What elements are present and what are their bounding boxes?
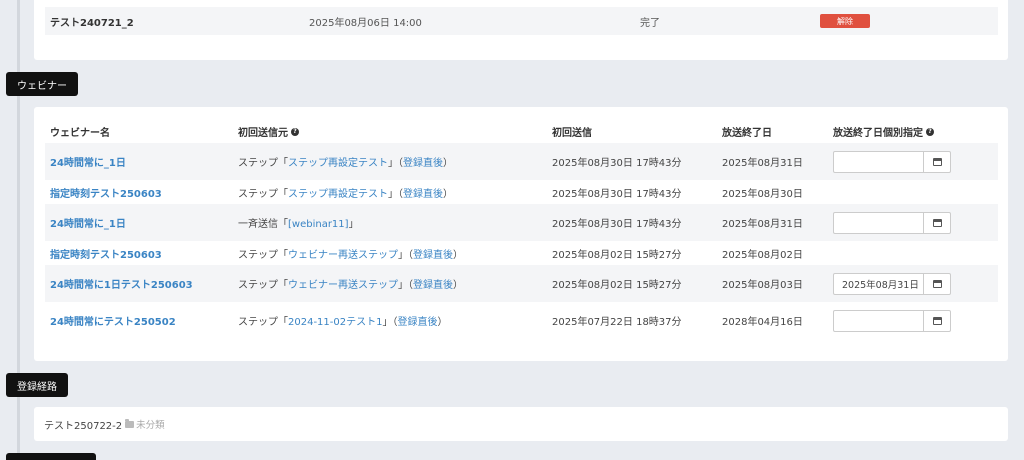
- source-cell: ステップ「ウェビナー再送ステップ」（登録直後）: [238, 246, 463, 261]
- source-link[interactable]: ウェビナー再送ステップ: [288, 280, 398, 291]
- source-prefix: 一斉送信「: [238, 219, 288, 230]
- calendar-icon: [932, 158, 942, 166]
- timing-link[interactable]: 登録直後: [413, 280, 453, 291]
- route-card: テスト250722-2 未分類: [34, 407, 1008, 441]
- webinar-name-link[interactable]: 24時間常に_1日: [50, 154, 126, 169]
- question-circle-icon[interactable]: ?: [926, 127, 934, 136]
- source-prefix: ステップ「: [238, 317, 288, 328]
- source-mid: 」（: [398, 280, 413, 291]
- end-date-override-input[interactable]: [833, 310, 951, 332]
- first-send-cell: 2025年08月30日 17時43分: [552, 219, 682, 230]
- timing-link[interactable]: 登録直後: [403, 158, 443, 169]
- previous-section-card: テスト240721_2 2025年08月06日 14:00 完了 解除: [34, 0, 1008, 60]
- source-suffix: ）: [443, 188, 453, 200]
- source-mid: 」（: [388, 188, 403, 200]
- source-suffix: ）: [453, 280, 463, 291]
- source-mid: 」（: [388, 158, 403, 169]
- source-mid: 」（: [398, 249, 413, 261]
- row-name: テスト240721_2: [50, 17, 134, 29]
- calendar-button[interactable]: [923, 274, 950, 294]
- calendar-icon: [932, 280, 942, 288]
- route-category: 未分類: [136, 420, 165, 431]
- header-source: 初回送信元?: [238, 124, 299, 139]
- source-cell: ステップ「2024-11-02テスト1」（登録直後）: [238, 313, 447, 328]
- timing-link[interactable]: 登録直後: [413, 250, 453, 261]
- end-date-override-value[interactable]: 2025年08月31日: [834, 274, 923, 294]
- source-link[interactable]: ウェビナー再送ステップ: [288, 250, 398, 261]
- table-row: 24時間常に_1日 一斉送信「[webinar11]」 2025年08月30日 17…: [45, 204, 998, 241]
- source-cell: ステップ「ステップ再設定テスト」（登録直後）: [238, 185, 453, 200]
- calendar-button[interactable]: [923, 311, 950, 331]
- end-date-cell: 2028年04月16日: [722, 317, 803, 328]
- source-cell: ステップ「ウェビナー再送ステップ」（登録直後）: [238, 276, 463, 291]
- end-date-override-input[interactable]: 2025年08月31日: [833, 273, 951, 295]
- calendar-icon: [932, 317, 942, 325]
- first-send-cell: 2025年08月30日 17時43分: [552, 188, 682, 200]
- first-send-cell: 2025年07月22日 18時37分: [552, 317, 682, 328]
- header-end-override: 放送終了日個別指定?: [833, 124, 934, 139]
- end-date-cell: 2025年08月31日: [722, 219, 803, 230]
- source-suffix: ）: [453, 249, 463, 261]
- webinar-name-link[interactable]: 24時間常にテスト250502: [50, 313, 176, 328]
- end-date-cell: 2025年08月03日: [722, 280, 803, 291]
- route-section-label: 登録経路: [6, 373, 68, 397]
- table-row: 24時間常に1日テスト250603 ステップ「ウェビナー再送ステップ」（登録直後）…: [45, 265, 998, 302]
- source-prefix: ステップ「: [238, 280, 288, 291]
- table-row: 指定時刻テスト250603 ステップ「ステップ再設定テスト」（登録直後） 2025年…: [45, 180, 998, 204]
- webinar-name-link[interactable]: 指定時刻テスト250603: [50, 185, 162, 200]
- release-button[interactable]: 解除: [820, 14, 870, 28]
- webinar-table-card: ウェビナー名 初回送信元? 初回送信 放送終了日 放送終了日個別指定? 24時間…: [34, 107, 1008, 361]
- timing-link[interactable]: 登録直後: [403, 189, 443, 200]
- header-first-send: 初回送信: [552, 128, 592, 139]
- source-suffix: ）: [437, 317, 448, 328]
- end-date-cell: 2025年08月02日: [722, 249, 803, 261]
- source-mid: 」: [348, 219, 359, 230]
- row-status: 完了: [640, 17, 660, 29]
- row-date: 2025年08月06日 14:00: [309, 17, 422, 29]
- calendar-button[interactable]: [923, 152, 950, 172]
- source-cell: ステップ「ステップ再設定テスト」（登録直後）: [238, 154, 453, 169]
- source-link[interactable]: 2024-11-02テスト1: [288, 317, 382, 328]
- end-date-override-input[interactable]: [833, 212, 951, 234]
- source-mid: 」（: [382, 317, 398, 328]
- header-webinar-name: ウェビナー名: [50, 128, 110, 139]
- table-row: テスト240721_2 2025年08月06日 14:00 完了 解除: [45, 7, 998, 35]
- source-suffix: ）: [443, 158, 453, 169]
- header-end-date: 放送終了日: [722, 128, 772, 139]
- question-circle-icon[interactable]: ?: [291, 127, 299, 136]
- table-row: 24時間常にテスト250502 ステップ「2024-11-02テスト1」（登録直後…: [45, 302, 998, 339]
- webinar-section-label: ウェビナー: [6, 72, 78, 96]
- folder-icon: [125, 418, 135, 428]
- source-link[interactable]: ステップ再設定テスト: [288, 189, 388, 200]
- source-prefix: ステップ「: [238, 158, 288, 169]
- source-link[interactable]: [webinar11]: [288, 219, 349, 230]
- table-row: 24時間常に_1日 ステップ「ステップ再設定テスト」（登録直後） 2025年08月3…: [45, 143, 998, 180]
- source-prefix: ステップ「: [238, 188, 288, 200]
- source-link[interactable]: ステップ再設定テスト: [288, 158, 388, 169]
- end-date-cell: 2025年08月31日: [722, 158, 803, 169]
- source-prefix: ステップ「: [238, 249, 288, 261]
- end-date-override-value[interactable]: [834, 213, 923, 233]
- table-row: 指定時刻テスト250603 ステップ「ウェビナー再送ステップ」（登録直後） 2025…: [45, 241, 998, 265]
- end-date-cell: 2025年08月30日: [722, 188, 803, 200]
- webinar-name-link[interactable]: 24時間常に1日テスト250603: [50, 276, 193, 291]
- first-send-cell: 2025年08月30日 17時43分: [552, 158, 682, 169]
- webinar-name-link[interactable]: 指定時刻テスト250603: [50, 246, 162, 261]
- first-send-cell: 2025年08月02日 15時27分: [552, 280, 682, 291]
- timing-link[interactable]: 登録直後: [397, 317, 437, 328]
- source-cell: 一斉送信「[webinar11]」: [238, 215, 359, 230]
- first-send-cell: 2025年08月02日 15時27分: [552, 249, 682, 261]
- end-date-override-value[interactable]: [834, 311, 923, 331]
- calendar-icon: [932, 219, 942, 227]
- next-section-label: [6, 453, 96, 460]
- webinar-name-link[interactable]: 24時間常に_1日: [50, 215, 126, 230]
- route-name[interactable]: テスト250722-2: [44, 417, 122, 432]
- calendar-button[interactable]: [923, 213, 950, 233]
- end-date-override-value[interactable]: [834, 152, 923, 172]
- end-date-override-input[interactable]: [833, 151, 951, 173]
